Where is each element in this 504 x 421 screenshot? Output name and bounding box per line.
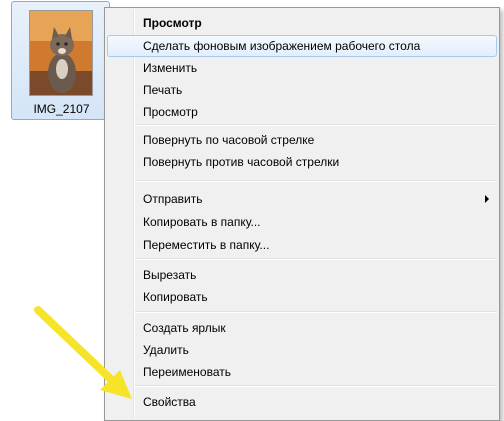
menu-item-properties[interactable]: Свойства	[107, 391, 497, 413]
menu-item-send-to[interactable]: Отправить	[107, 188, 497, 210]
menu-separator	[135, 258, 497, 260]
menu-item-label: Повернуть по часовой стрелке	[143, 133, 315, 147]
menu-item-label: Повернуть против часовой стрелки	[143, 155, 340, 169]
menu-item-rotate-counterclockwise[interactable]: Повернуть против часовой стрелки	[107, 151, 497, 173]
menu-separator	[135, 180, 497, 182]
menu-separator	[135, 385, 497, 387]
menu-item-label: Создать ярлык	[143, 321, 226, 335]
menu-item-rotate-clockwise[interactable]: Повернуть по часовой стрелке	[107, 129, 497, 151]
file-name-label: IMG_2107	[33, 102, 90, 116]
menu-item-label: Копировать в папку...	[143, 215, 261, 229]
menu-item-label: Просмотр	[143, 16, 202, 30]
menu-item-label: Просмотр	[143, 105, 198, 119]
menu-item-label: Печать	[143, 83, 183, 97]
menu-separator	[135, 311, 497, 313]
menu-item-preview[interactable]: Просмотр	[107, 101, 497, 123]
menu-item-edit[interactable]: Изменить	[107, 57, 497, 79]
menu-item-rename[interactable]: Переименовать	[107, 361, 497, 383]
menu-item-preview-default[interactable]: Просмотр	[107, 12, 497, 34]
menu-item-delete[interactable]: Удалить	[107, 339, 497, 361]
menu-item-move-to-folder[interactable]: Переместить в папку...	[107, 234, 497, 256]
menu-item-label: Вырезать	[143, 268, 197, 282]
menu-item-copy-to-folder[interactable]: Копировать в папку...	[107, 211, 497, 233]
menu-item-create-shortcut[interactable]: Создать ярлык	[107, 317, 497, 339]
menu-item-label: Отправить	[143, 192, 203, 206]
menu-item-cut[interactable]: Вырезать	[107, 264, 497, 286]
context-menu: Просмотр Сделать фоновым изображением ра…	[104, 7, 500, 421]
menu-item-print[interactable]: Печать	[107, 79, 497, 101]
menu-separator	[135, 124, 497, 126]
image-thumbnail	[29, 10, 93, 96]
menu-item-label: Сделать фоновым изображением рабочего ст…	[143, 39, 421, 53]
menu-item-label: Изменить	[143, 61, 198, 75]
file-icon-img-2107[interactable]: IMG_2107	[11, 1, 110, 120]
menu-item-label: Свойства	[143, 395, 196, 409]
menu-item-label: Переименовать	[143, 365, 231, 379]
menu-item-set-desktop-background[interactable]: Сделать фоновым изображением рабочего ст…	[107, 35, 497, 57]
submenu-arrow-icon	[485, 195, 489, 203]
menu-item-copy[interactable]: Копировать	[107, 286, 497, 308]
menu-item-label: Переместить в папку...	[143, 238, 270, 252]
menu-item-label: Удалить	[143, 343, 189, 357]
menu-item-label: Копировать	[143, 290, 208, 304]
